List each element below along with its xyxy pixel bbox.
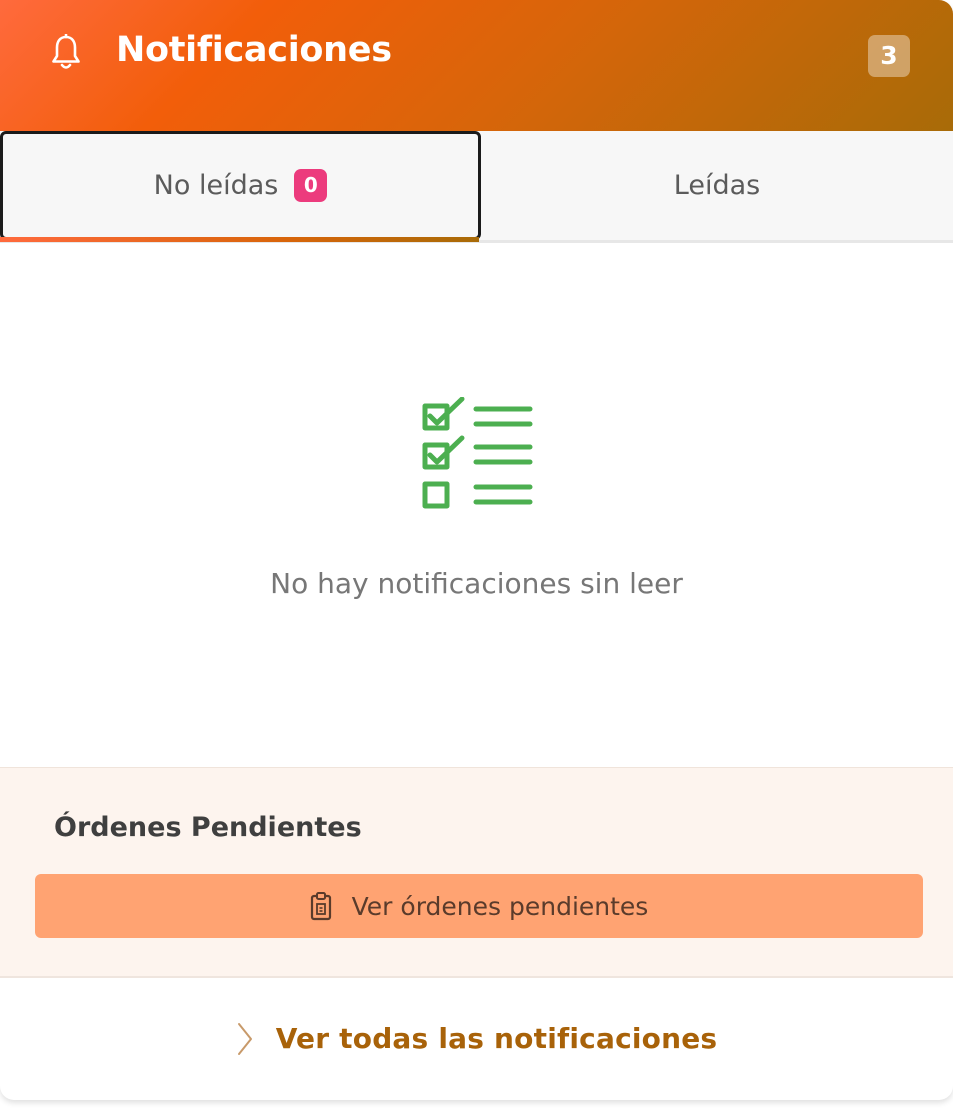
unread-count-badge: 0 <box>294 169 328 202</box>
active-tab-indicator <box>0 237 479 242</box>
pending-orders-title: Órdenes Pendientes <box>54 812 362 843</box>
clipboard-icon <box>310 892 331 921</box>
notifications-panel: Notificaciones 3 No leídas 0 Leídas No h… <box>0 0 953 1100</box>
bell-icon <box>52 34 80 69</box>
tab-unread-label: No leídas <box>153 170 279 201</box>
checklist-icon <box>422 397 533 509</box>
tab-read[interactable]: Leídas <box>481 131 953 240</box>
view-pending-orders-label: Ver órdenes pendientes <box>351 891 649 921</box>
panel-title: Notificaciones <box>116 30 392 70</box>
notifications-header: Notificaciones 3 <box>0 0 953 131</box>
notification-count-badge: 3 <box>868 35 910 77</box>
chevron-right-icon <box>237 1022 252 1055</box>
empty-state: No hay notificaciones sin leer <box>0 243 953 767</box>
view-all-notifications-label: Ver todas las notificaciones <box>275 1022 718 1055</box>
view-all-notifications-link[interactable]: Ver todas las notificaciones <box>0 977 953 1100</box>
empty-state-message: No hay notificaciones sin leer <box>270 567 683 600</box>
tab-read-label: Leídas <box>673 170 761 201</box>
pending-orders-section: Órdenes Pendientes Ver órdenes pendiente… <box>0 767 953 978</box>
tab-unread[interactable]: No leídas 0 <box>0 131 481 240</box>
view-pending-orders-button[interactable]: Ver órdenes pendientes <box>35 874 923 938</box>
notification-tabs: No leídas 0 Leídas <box>0 131 953 243</box>
